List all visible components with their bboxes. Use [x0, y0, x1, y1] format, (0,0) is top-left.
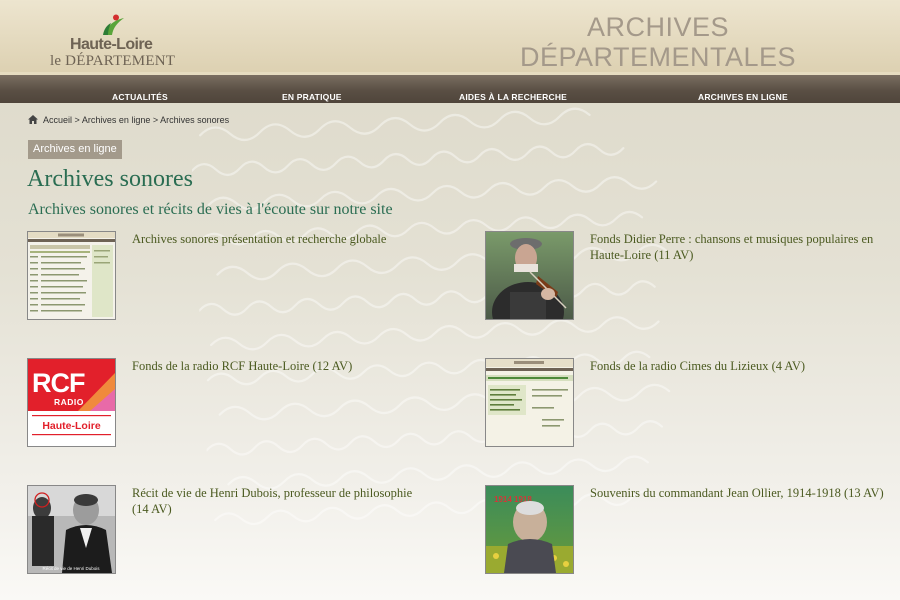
list-item-jean-ollier[interactable]: 1914 1918 Souvenirs du commandant Jean O… — [485, 485, 885, 575]
nav-item-aides-recherche[interactable]: AIDES À LA RECHERCHE — [459, 92, 567, 102]
breadcrumb-separator: > — [152, 115, 159, 125]
section-chip[interactable]: Archives en ligne — [28, 140, 122, 159]
item-title-link[interactable]: Fonds de la radio Cimes du Lizieux (4 AV… — [590, 358, 885, 374]
rcf-logo-image: RCF RADIO Haute-Loire — [28, 359, 115, 446]
jean-ollier-cover-image: 1914 1918 — [486, 486, 573, 573]
logo-name: Haute-Loire — [70, 36, 153, 53]
page-title: Archives sonores — [27, 166, 193, 192]
thumbnail-jean-ollier-cover[interactable]: 1914 1918 — [485, 485, 574, 574]
item-title-link[interactable]: Récit de vie de Henri Dubois, professeur… — [132, 485, 427, 517]
site-title-line-2: DÉPARTEMENTALES — [519, 42, 797, 72]
thumbnail-henri-dubois-photo[interactable]: Récit de vie de Henri Dubois — [27, 485, 116, 574]
breadcrumb-archives-en-ligne[interactable]: Archives en ligne — [82, 115, 151, 125]
nav-item-en-pratique[interactable]: EN PRATIQUE — [282, 92, 342, 102]
rcf-place-text: Haute-Loire — [42, 420, 101, 432]
item-title-link[interactable]: Fonds Didier Perre : chansons et musique… — [590, 231, 885, 263]
violinist-photo-image — [486, 232, 573, 319]
logo-mark-icon — [103, 14, 124, 35]
logo-subtitle: le DÉPARTEMENT — [50, 53, 176, 69]
thumbnail-rcf-logo[interactable]: RCF RADIO Haute-Loire — [27, 358, 116, 447]
item-title-link[interactable]: Souvenirs du commandant Jean Ollier, 191… — [590, 485, 885, 501]
thumbnail-screenshot[interactable] — [27, 231, 116, 320]
list-item-rcf[interactable]: RCF RADIO Haute-Loire Fonds de la radio … — [27, 358, 427, 448]
breadcrumb-separator: > — [74, 115, 80, 125]
rcf-radio-text: RADIO — [54, 397, 84, 407]
page-subtitle: Archives sonores et récits de vies à l'é… — [28, 201, 393, 218]
rcf-logo-text: RCF — [32, 368, 85, 398]
list-item-didier-perre[interactable]: Fonds Didier Perre : chansons et musique… — [485, 231, 885, 321]
breadcrumb-current: Archives sonores — [160, 115, 230, 125]
breadcrumb: Accueil > Archives en ligne > Archives s… — [28, 115, 229, 125]
item-title-link[interactable]: Fonds de la radio RCF Haute-Loire (12 AV… — [132, 358, 427, 374]
thumbnail-violinist-photo[interactable] — [485, 231, 574, 320]
photo-caption-text: Récit de vie de Henri Dubois — [42, 566, 100, 571]
site-title-line-1: ARCHIVES — [586, 12, 730, 42]
home-icon[interactable] — [28, 115, 38, 124]
nav-item-actualites[interactable]: ACTUALITÉS — [112, 92, 168, 102]
list-item-henri-dubois[interactable]: Récit de vie de Henri Dubois Récit de vi… — [27, 485, 427, 575]
screenshot-thumbnail-image — [28, 232, 115, 319]
thumbnail-screenshot[interactable] — [485, 358, 574, 447]
henri-dubois-photo-image: Récit de vie de Henri Dubois — [28, 486, 115, 573]
item-title-link[interactable]: Archives sonores présentation et recherc… — [132, 231, 427, 247]
site-title: ARCHIVES DÉPARTEMENTALES — [440, 12, 876, 72]
breadcrumb-accueil[interactable]: Accueil — [43, 115, 72, 125]
main-nav: ACTUALITÉS EN PRATIQUE AIDES À LA RECHER… — [0, 75, 900, 103]
nav-item-archives-en-ligne[interactable]: ARCHIVES EN LIGNE — [698, 92, 788, 102]
site-header: Haute-Loire le DÉPARTEMENT ARCHIVES DÉPA… — [0, 0, 900, 75]
list-item-cimes-lizieux[interactable]: Fonds de la radio Cimes du Lizieux (4 AV… — [485, 358, 885, 448]
department-logo[interactable]: Haute-Loire le DÉPARTEMENT — [48, 14, 178, 70]
list-item-presentation[interactable]: Archives sonores présentation et recherc… — [27, 231, 427, 321]
screenshot-thumbnail-image — [486, 359, 573, 446]
